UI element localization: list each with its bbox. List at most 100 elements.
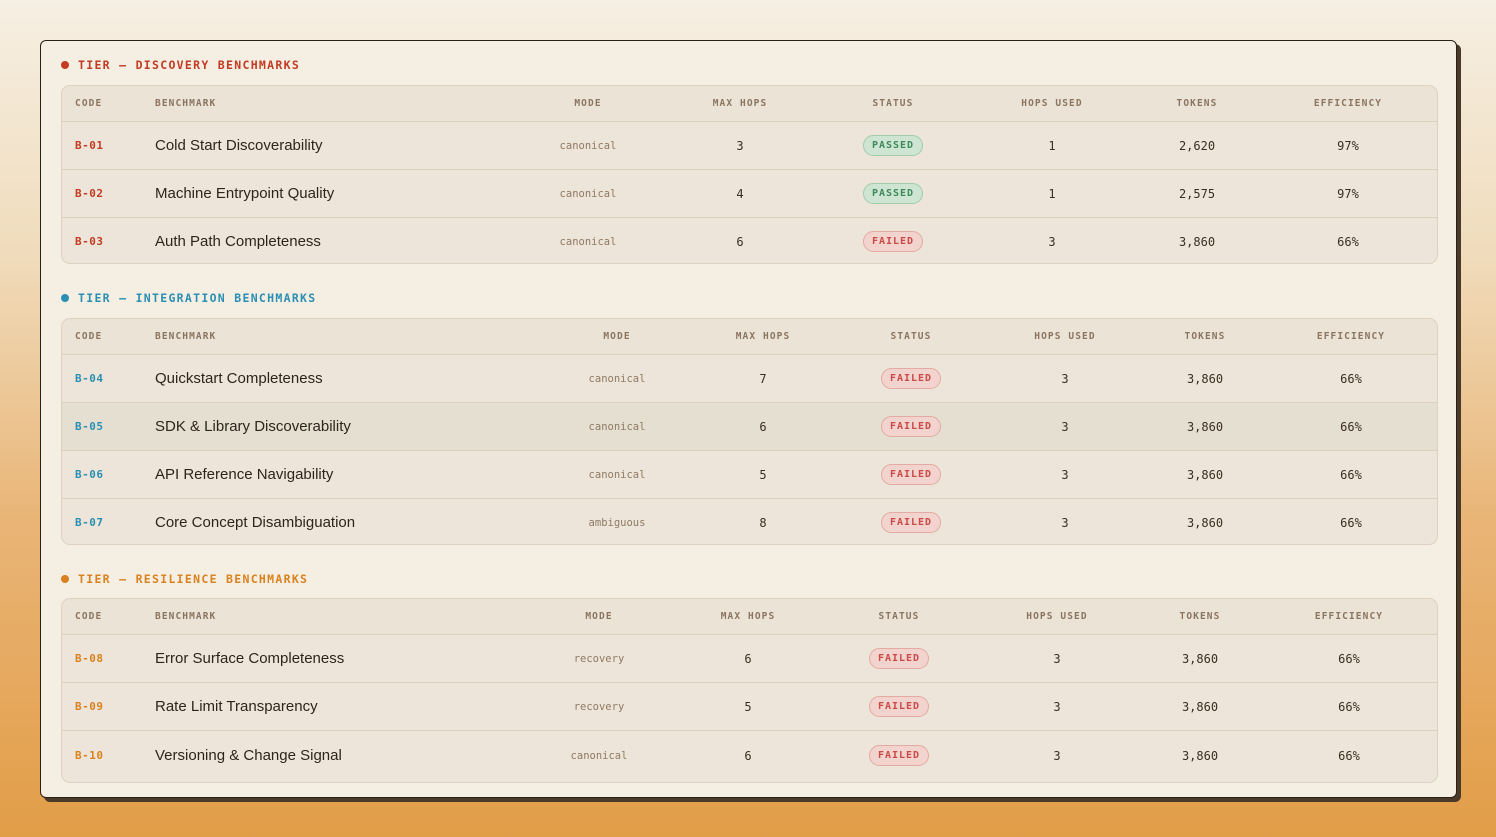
tier-dot-icon [61,575,69,583]
benchmark-panel: TIER — DISCOVERY BENCHMARKS CODE BENCHMA… [40,40,1457,798]
row-tokens: 3,860 [1186,419,1224,434]
col-efficiency-header: EFFICIENCY [1313,98,1383,109]
table-row[interactable]: B-04 Quickstart Completeness canonical 7… [62,354,1437,402]
row-efficiency: 66% [1340,371,1362,386]
row-benchmark: Error Surface Completeness [155,650,345,667]
tier-title: TIER — INTEGRATION BENCHMARKS [78,291,317,305]
row-benchmark: Quickstart Completeness [155,370,323,387]
col-mode-header: MODE [574,98,602,109]
row-status: FAILED [843,218,943,263]
col-benchmark-header: BENCHMARK [155,98,217,109]
row-tokens: 3,860 [1186,515,1224,530]
row-mode: canonical [588,468,646,481]
status-badge: FAILED [880,368,942,389]
row-tokens: 3,860 [1186,371,1224,386]
row-code: B-04 [75,372,104,385]
row-efficiency: 66% [1340,467,1362,482]
row-status: FAILED [849,683,949,730]
col-tokens-header: TOKENS [1176,98,1218,109]
tier-title: TIER — RESILIENCE BENCHMARKS [78,572,309,586]
row-hops-used: 3 [1061,371,1069,386]
row-mode: canonical [588,420,646,433]
discovery-table: CODE BENCHMARK MODE MAX HOPS STATUS HOPS… [61,85,1438,264]
row-max-hops: 4 [736,186,744,201]
col-code-header: CODE [75,98,103,109]
row-benchmark: Cold Start Discoverability [155,137,323,154]
col-benchmark-header: BENCHMARK [155,611,217,622]
row-hops-used: 3 [1061,419,1069,434]
col-max-hops-header: MAX HOPS [712,98,768,109]
table-row[interactable]: B-09 Rate Limit Transparency recovery 5 … [62,682,1437,730]
row-status: FAILED [861,355,961,402]
resilience-table: CODE BENCHMARK MODE MAX HOPS STATUS HOPS… [61,598,1438,783]
row-efficiency: 97% [1337,138,1359,153]
row-hops-used: 3 [1053,748,1061,763]
col-code-header: CODE [75,611,103,622]
row-code: B-09 [75,700,104,713]
table-row[interactable]: B-05 SDK & Library Discoverability canon… [62,402,1437,450]
row-tokens: 3,860 [1178,234,1216,249]
col-max-hops-header: MAX HOPS [735,331,791,342]
row-max-hops: 6 [744,651,752,666]
col-max-hops-header: MAX HOPS [720,611,776,622]
table-row[interactable]: B-06 API Reference Navigability canonica… [62,450,1437,498]
tier-integration: TIER — INTEGRATION BENCHMARKS CODE BENCH… [61,288,1438,545]
row-code: B-01 [75,139,104,152]
row-hops-used: 1 [1048,186,1056,201]
status-badge: PASSED [862,183,924,204]
row-tokens: 3,860 [1181,699,1219,714]
row-status: FAILED [861,403,961,450]
row-status: FAILED [849,731,949,780]
table-row[interactable]: B-03 Auth Path Completeness canonical 6 … [62,217,1437,263]
col-code-header: CODE [75,331,103,342]
tier-title: TIER — DISCOVERY BENCHMARKS [78,58,301,72]
row-status: FAILED [861,451,961,498]
col-efficiency-header: EFFICIENCY [1316,331,1386,342]
row-hops-used: 3 [1048,234,1056,249]
status-badge: FAILED [880,464,942,485]
tier-dot-icon [61,61,69,69]
table-row[interactable]: B-02 Machine Entrypoint Quality canonica… [62,169,1437,217]
status-badge: FAILED [868,745,930,766]
table-row[interactable]: B-01 Cold Start Discoverability canonica… [62,121,1437,169]
row-code: B-10 [75,749,104,762]
table-row[interactable]: B-08 Error Surface Completeness recovery… [62,634,1437,682]
table-row[interactable]: B-10 Versioning & Change Signal canonica… [62,730,1437,780]
row-benchmark: API Reference Navigability [155,466,334,483]
row-efficiency: 66% [1337,234,1359,249]
col-tokens-header: TOKENS [1179,611,1221,622]
row-status: FAILED [861,499,961,544]
row-max-hops: 5 [744,699,752,714]
row-tokens: 3,860 [1181,651,1219,666]
row-benchmark: Rate Limit Transparency [155,698,318,715]
table-header-row: CODE BENCHMARK MODE MAX HOPS STATUS HOPS… [62,319,1437,354]
row-max-hops: 3 [736,138,744,153]
row-status: PASSED [843,122,943,169]
tier-integration-heading: TIER — INTEGRATION BENCHMARKS [61,288,1438,308]
col-tokens-header: TOKENS [1184,331,1226,342]
row-hops-used: 3 [1061,515,1069,530]
row-code: B-02 [75,187,104,200]
row-efficiency: 97% [1337,186,1359,201]
row-max-hops: 7 [759,371,767,386]
row-mode: canonical [559,235,617,248]
row-benchmark: Core Concept Disambiguation [155,514,356,531]
row-code: B-03 [75,235,104,248]
row-efficiency: 66% [1340,419,1362,434]
row-mode: ambiguous [588,516,646,529]
row-mode: canonical [588,372,646,385]
table-row[interactable]: B-07 Core Concept Disambiguation ambiguo… [62,498,1437,544]
row-efficiency: 66% [1340,515,1362,530]
row-code: B-06 [75,468,104,481]
col-efficiency-header: EFFICIENCY [1314,611,1384,622]
tier-discovery-heading: TIER — DISCOVERY BENCHMARKS [61,55,1438,75]
row-hops-used: 3 [1053,651,1061,666]
row-max-hops: 5 [759,467,767,482]
integration-table: CODE BENCHMARK MODE MAX HOPS STATUS HOPS… [61,318,1438,545]
row-benchmark: Versioning & Change Signal [155,747,342,764]
row-benchmark: Machine Entrypoint Quality [155,185,335,202]
tier-discovery: TIER — DISCOVERY BENCHMARKS CODE BENCHMA… [61,55,1438,264]
row-mode: recovery [573,652,625,665]
status-badge: FAILED [880,512,942,533]
row-hops-used: 3 [1061,467,1069,482]
